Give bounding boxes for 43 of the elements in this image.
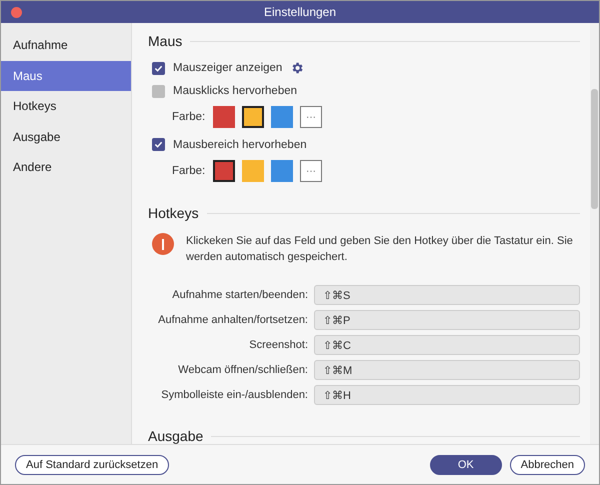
settings-icon[interactable]	[290, 61, 304, 76]
option-label: Mausklicks hervorheben	[173, 85, 298, 97]
checkbox[interactable]	[152, 138, 165, 152]
window-title: Einstellungen	[264, 5, 336, 19]
color-swatch[interactable]	[213, 160, 235, 182]
scrollbar-thumb[interactable]	[591, 89, 598, 209]
sidebar-item[interactable]: Hotkeys	[1, 91, 131, 121]
ok-button[interactable]: OK	[430, 454, 502, 474]
sidebar-item[interactable]: Andere	[1, 152, 131, 182]
more-colors-button[interactable]: ···	[300, 160, 322, 182]
color-swatch[interactable]	[213, 106, 235, 128]
sidebar-item[interactable]: Aufnahme	[1, 30, 131, 60]
info-text: Klickeken Sie auf das Feld und geben Sie den Hotkey über die Tastatur ein. Sie werden automatisch gespeichert.	[186, 234, 574, 266]
hotkey-label: Symbolleiste ein-/ausblenden:	[160, 389, 308, 402]
section-heading: Hotkeys	[148, 205, 199, 222]
hotkey-label: Aufnahme starten/beenden:	[171, 289, 308, 302]
more-colors-button[interactable]: ···	[300, 106, 322, 128]
info-icon	[152, 233, 174, 256]
option-label: Mausbereich hervorheben	[173, 138, 307, 151]
section-heading: Ausgabe	[148, 428, 204, 444]
hotkey-label: Webcam öffnen/schließen:	[177, 364, 308, 376]
hotkey-field[interactable]: ⇧⌘M	[314, 360, 580, 380]
hotkey-field[interactable]: ⇧⌘P	[314, 310, 580, 330]
option-label: Mauszeiger anzeigen	[173, 62, 282, 74]
close-button[interactable]	[11, 7, 22, 18]
checkbox[interactable]	[152, 84, 165, 98]
section-heading: Maus	[148, 33, 182, 49]
sidebar-item[interactable]: Ausgabe	[1, 122, 131, 152]
color-swatch[interactable]	[271, 160, 293, 182]
color-swatch[interactable]	[271, 106, 293, 128]
color-swatch[interactable]	[242, 106, 264, 128]
hotkey-field[interactable]: ⇧⌘C	[314, 335, 580, 356]
color-label: Farbe:	[172, 165, 206, 178]
color-swatch[interactable]	[242, 160, 264, 182]
checkbox[interactable]	[152, 62, 165, 75]
hotkey-field[interactable]: ⇧⌘S	[314, 285, 580, 306]
hotkey-field[interactable]: ⇧⌘H	[314, 385, 580, 406]
hotkey-label: Screenshot:	[248, 339, 308, 352]
color-label: Farbe:	[172, 111, 206, 124]
reset-button[interactable]: Auf Standard zurücksetzen	[15, 454, 170, 474]
hotkey-label: Aufnahme anhalten/fortsetzen:	[157, 314, 308, 326]
cancel-button[interactable]: Abbrechen	[510, 454, 585, 474]
sidebar-item[interactable]: Maus	[1, 60, 131, 90]
